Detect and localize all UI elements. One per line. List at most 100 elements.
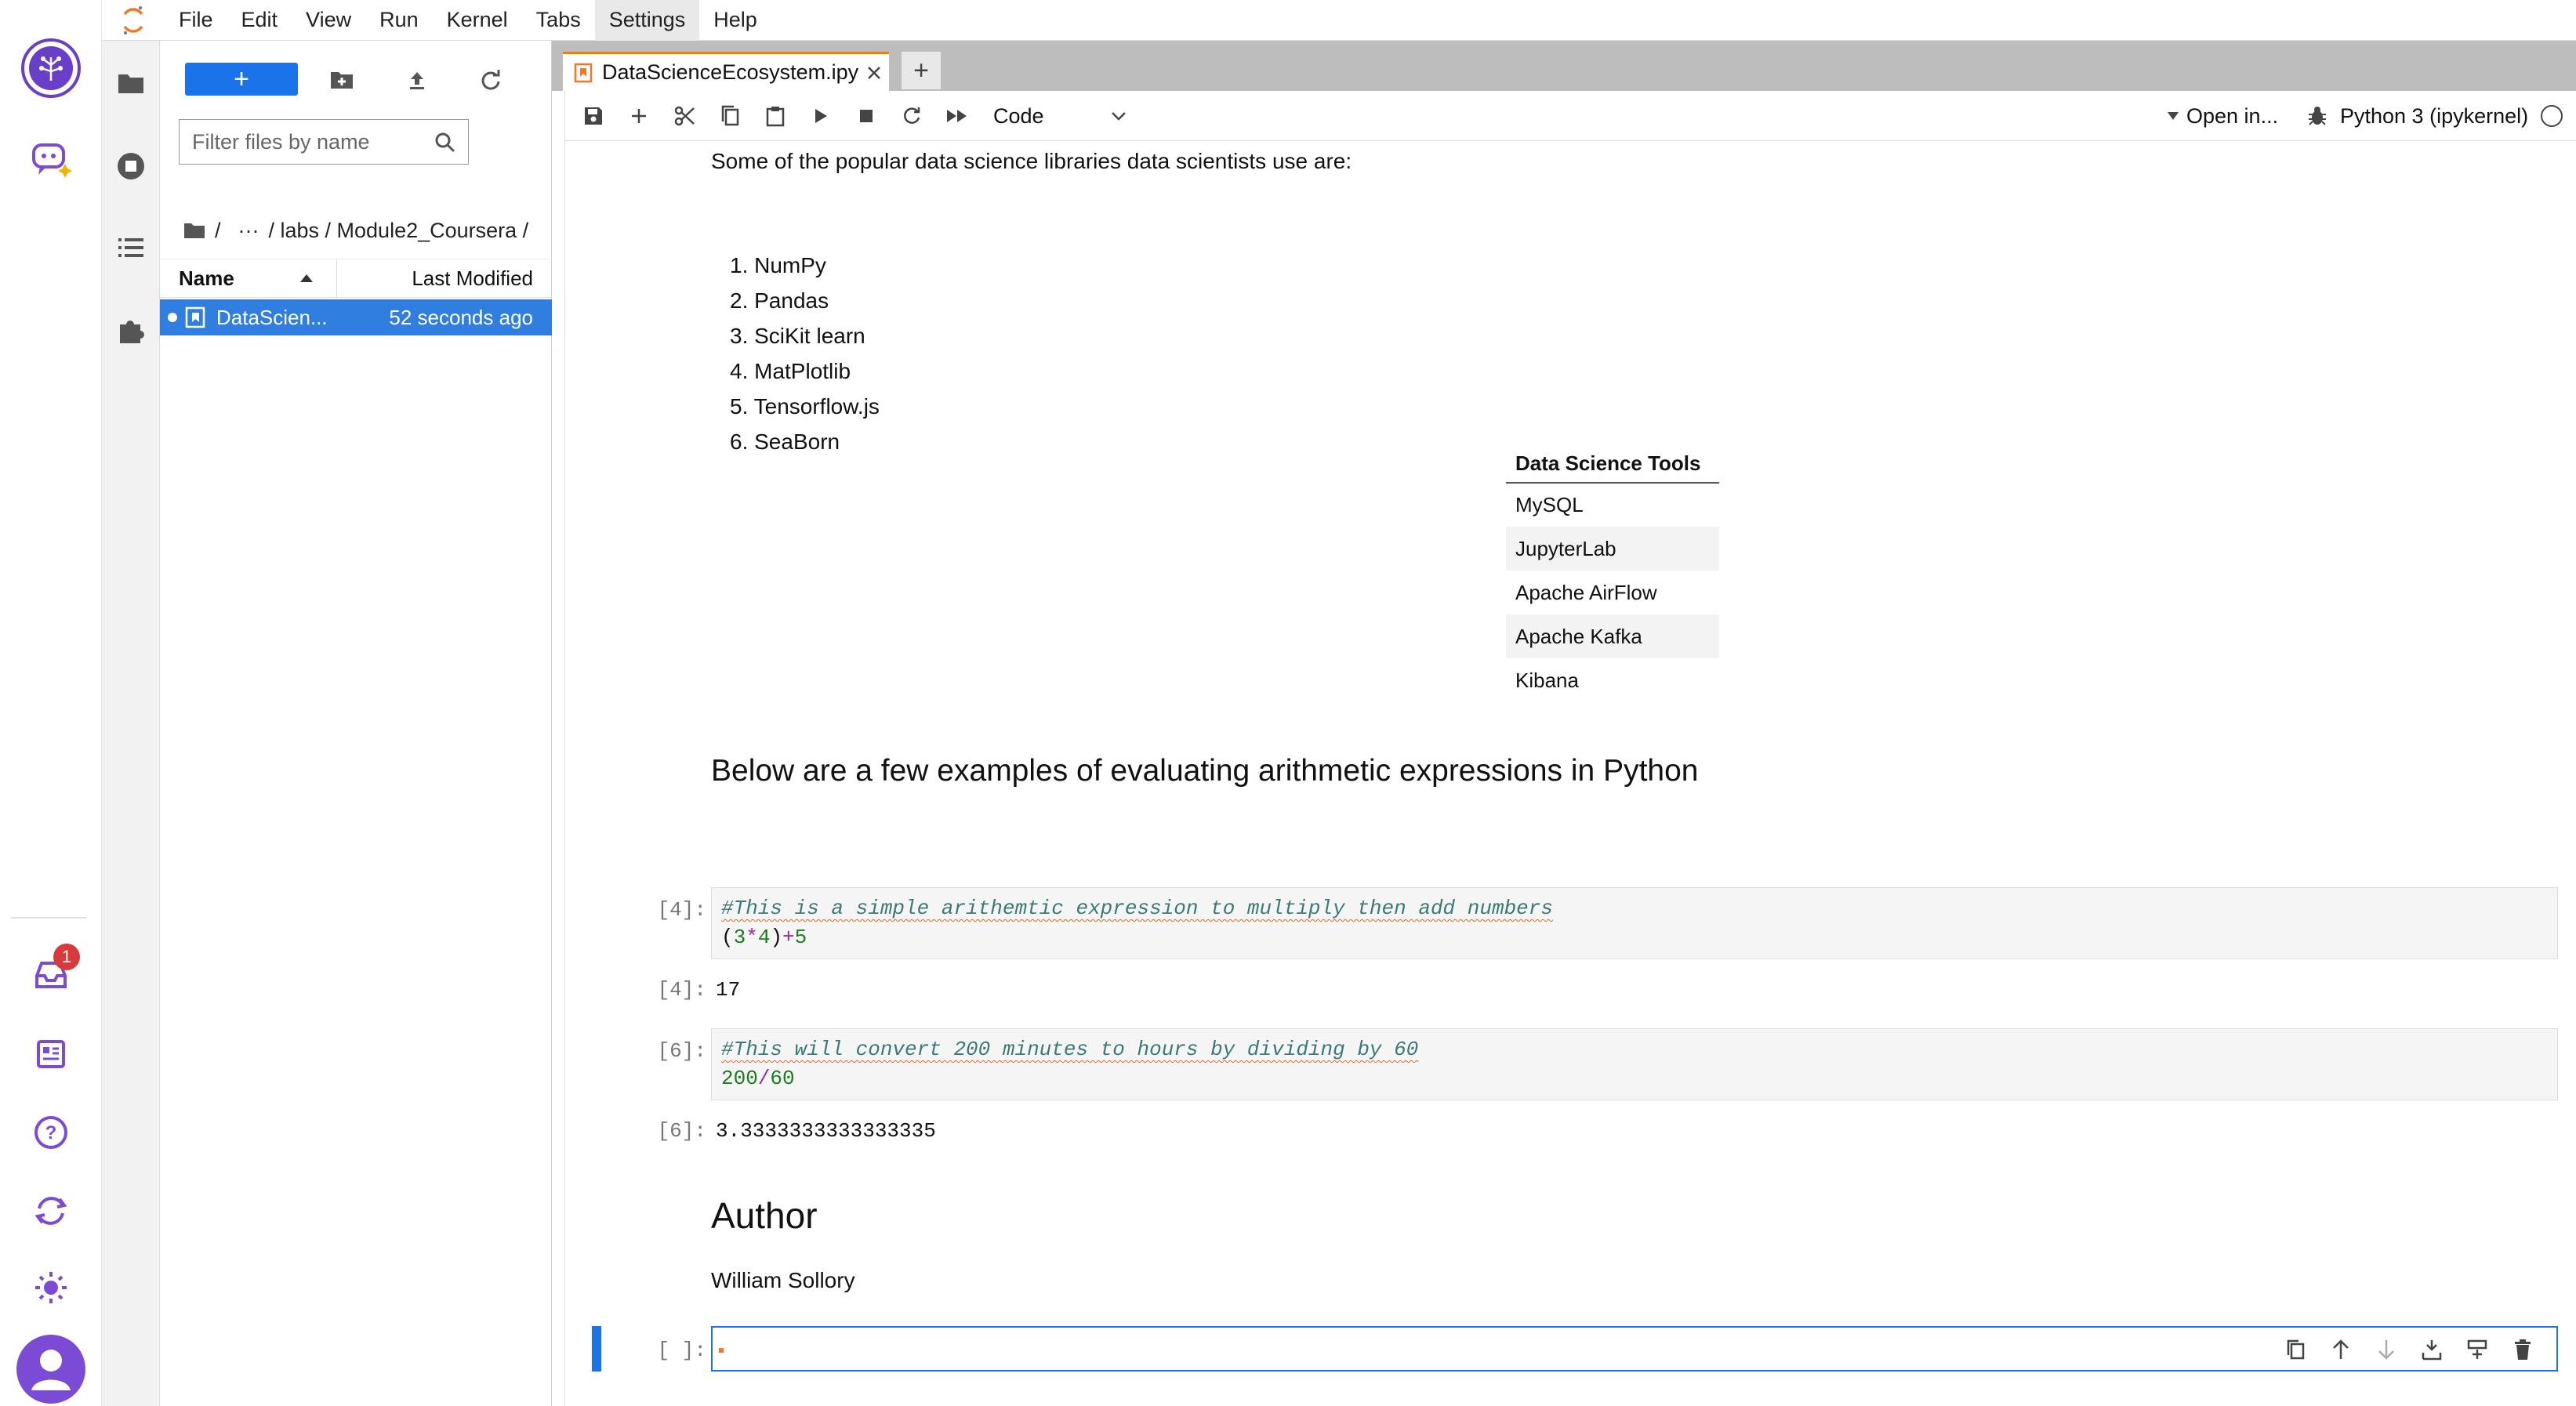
list-item: 6. SeaBorn xyxy=(730,429,840,454)
notebook-file-icon xyxy=(185,306,205,328)
filter-files-input[interactable] xyxy=(192,129,427,154)
new-tab-button[interactable]: + xyxy=(902,52,941,89)
file-browser-panel: + / ··· / labs / Module2_Coursera / Name… xyxy=(160,41,552,1406)
extensions-puzzle-icon[interactable] xyxy=(102,299,160,362)
delete-cell-icon[interactable] xyxy=(2506,1334,2539,1365)
menu-tabs[interactable]: Tabs xyxy=(522,0,595,41)
user-avatar-icon[interactable] xyxy=(14,1332,88,1406)
breadcrumb-root[interactable]: / xyxy=(215,219,221,243)
caret-down-icon xyxy=(2168,112,2179,120)
open-in-button[interactable]: Open in... xyxy=(2168,100,2278,132)
list-item: 1. NumPy xyxy=(730,253,826,277)
arithmetic-heading: Below are a few examples of evaluating a… xyxy=(711,754,1699,788)
name-column-label: Name xyxy=(179,266,234,290)
app-dock: 1 ? xyxy=(0,0,102,1406)
theme-sun-icon[interactable] xyxy=(14,1251,88,1324)
file-name: DataScien... xyxy=(216,305,328,329)
file-modified: 52 seconds ago xyxy=(389,305,533,329)
menu-settings[interactable]: Settings xyxy=(594,0,700,41)
save-icon[interactable] xyxy=(576,100,611,132)
close-tab-icon[interactable] xyxy=(866,65,882,81)
run-all-icon[interactable] xyxy=(940,100,974,132)
empty-code-cell[interactable] xyxy=(711,1326,2558,1372)
breadcrumb-home-folder-icon[interactable] xyxy=(183,222,205,239)
ai-chat-icon[interactable] xyxy=(14,122,88,196)
table-cell: Apache AirFlow xyxy=(1515,580,1657,604)
code-cell[interactable]: #This is a simple arithemtic expression … xyxy=(711,887,2558,959)
menu-edit[interactable]: Edit xyxy=(227,0,292,41)
help-icon[interactable]: ? xyxy=(14,1096,88,1169)
file-list-header: Name Last Modified xyxy=(160,259,552,298)
file-browser-toolbar: + xyxy=(160,58,552,102)
filter-files-field xyxy=(179,119,469,165)
breadcrumb-path[interactable]: / labs / Module2_Coursera / xyxy=(269,219,529,243)
refresh-icon[interactable] xyxy=(473,63,508,97)
cell-type-select[interactable]: Code xyxy=(993,99,1127,133)
input-prompt: [6]: xyxy=(657,1039,706,1063)
stop-icon[interactable] xyxy=(849,100,883,132)
breadcrumb-ellipsis[interactable]: ··· xyxy=(238,219,259,243)
table-cell: Kibana xyxy=(1515,668,1579,692)
menu-kernel[interactable]: Kernel xyxy=(433,0,522,41)
file-list-item[interactable]: DataScien... 52 seconds ago xyxy=(160,299,552,335)
menu-bar: File Edit View Run Kernel Tabs Settings … xyxy=(102,0,2576,41)
last-modified-column-header[interactable]: Last Modified xyxy=(337,259,552,297)
notebook-tab-icon xyxy=(574,63,593,82)
libraries-intro-text: Some of the popular data science librari… xyxy=(711,149,1352,173)
restart-icon[interactable] xyxy=(894,100,929,132)
code-comment: #This is a simple arithemtic expression … xyxy=(721,897,1553,920)
new-launcher-button[interactable]: + xyxy=(185,63,298,96)
data-science-tools-table: Data Science Tools MySQL JupyterLab Apac… xyxy=(1506,445,1719,702)
copy-icon[interactable] xyxy=(713,100,747,132)
table-of-contents-icon[interactable] xyxy=(102,216,160,279)
upload-icon[interactable] xyxy=(400,63,434,97)
table-header: Data Science Tools xyxy=(1506,445,1719,484)
insert-cell-icon[interactable] xyxy=(622,100,656,132)
menu-run[interactable]: Run xyxy=(365,0,433,41)
run-icon[interactable] xyxy=(804,100,838,132)
new-folder-icon[interactable] xyxy=(325,63,359,97)
output-prompt: [4]: xyxy=(657,978,706,1002)
table-cell: JupyterLab xyxy=(1506,527,1719,571)
table-cell: Apache Kafka xyxy=(1506,614,1719,658)
svg-text:?: ? xyxy=(45,1122,57,1143)
kernel-status: Python 3 (ipykernel) xyxy=(2307,100,2563,132)
move-down-icon[interactable] xyxy=(2370,1334,2403,1365)
code-cell[interactable]: #This will convert 200 minutes to hours … xyxy=(711,1028,2558,1100)
tab-notebook[interactable]: DataScienceEcosystem.ipy xyxy=(563,52,889,91)
dock-separator xyxy=(11,917,86,919)
tab-bar: DataScienceEcosystem.ipy + xyxy=(552,41,2576,91)
inbox-icon[interactable]: 1 xyxy=(14,937,88,1011)
debugger-bug-icon[interactable] xyxy=(2307,105,2327,127)
menu-view[interactable]: View xyxy=(292,0,365,41)
cell-output: 17 xyxy=(716,978,741,1002)
cell-toolbar xyxy=(2279,1334,2539,1365)
move-up-icon[interactable] xyxy=(2324,1334,2357,1365)
list-item: 4. MatPlotlib xyxy=(730,359,851,383)
sync-icon[interactable] xyxy=(14,1174,88,1248)
last-modified-column-label: Last Modified xyxy=(412,266,533,290)
list-item: 5. Tensorflow.js xyxy=(730,394,880,419)
cut-icon[interactable] xyxy=(667,100,702,132)
menu-help[interactable]: Help xyxy=(699,0,771,41)
notebook-content: Some of the popular data science librari… xyxy=(564,141,2567,1406)
name-column-header[interactable]: Name xyxy=(160,259,337,297)
app-logo-icon[interactable] xyxy=(14,31,88,105)
paste-icon[interactable] xyxy=(758,100,793,132)
insert-above-icon[interactable] xyxy=(2415,1334,2448,1365)
running-kernels-icon[interactable] xyxy=(102,135,160,197)
output-prompt: [6]: xyxy=(657,1119,706,1143)
duplicate-cell-icon[interactable] xyxy=(2279,1334,2312,1365)
folder-icon[interactable] xyxy=(102,52,160,114)
kernel-name[interactable]: Python 3 (ipykernel) xyxy=(2340,104,2528,129)
table-cell: MySQL xyxy=(1515,493,1584,516)
menu-file[interactable]: File xyxy=(165,0,227,41)
jupyter-logo-icon xyxy=(102,0,165,41)
insert-below-icon[interactable] xyxy=(2461,1334,2494,1365)
author-heading: Author xyxy=(711,1195,818,1236)
cell-type-value: Code xyxy=(993,103,1044,128)
author-name: William Sollory xyxy=(711,1268,855,1292)
chevron-down-icon xyxy=(1112,112,1126,121)
news-icon[interactable] xyxy=(14,1017,88,1091)
notebook-area: DataScienceEcosystem.ipy + Code Open in.… xyxy=(552,41,2576,1406)
